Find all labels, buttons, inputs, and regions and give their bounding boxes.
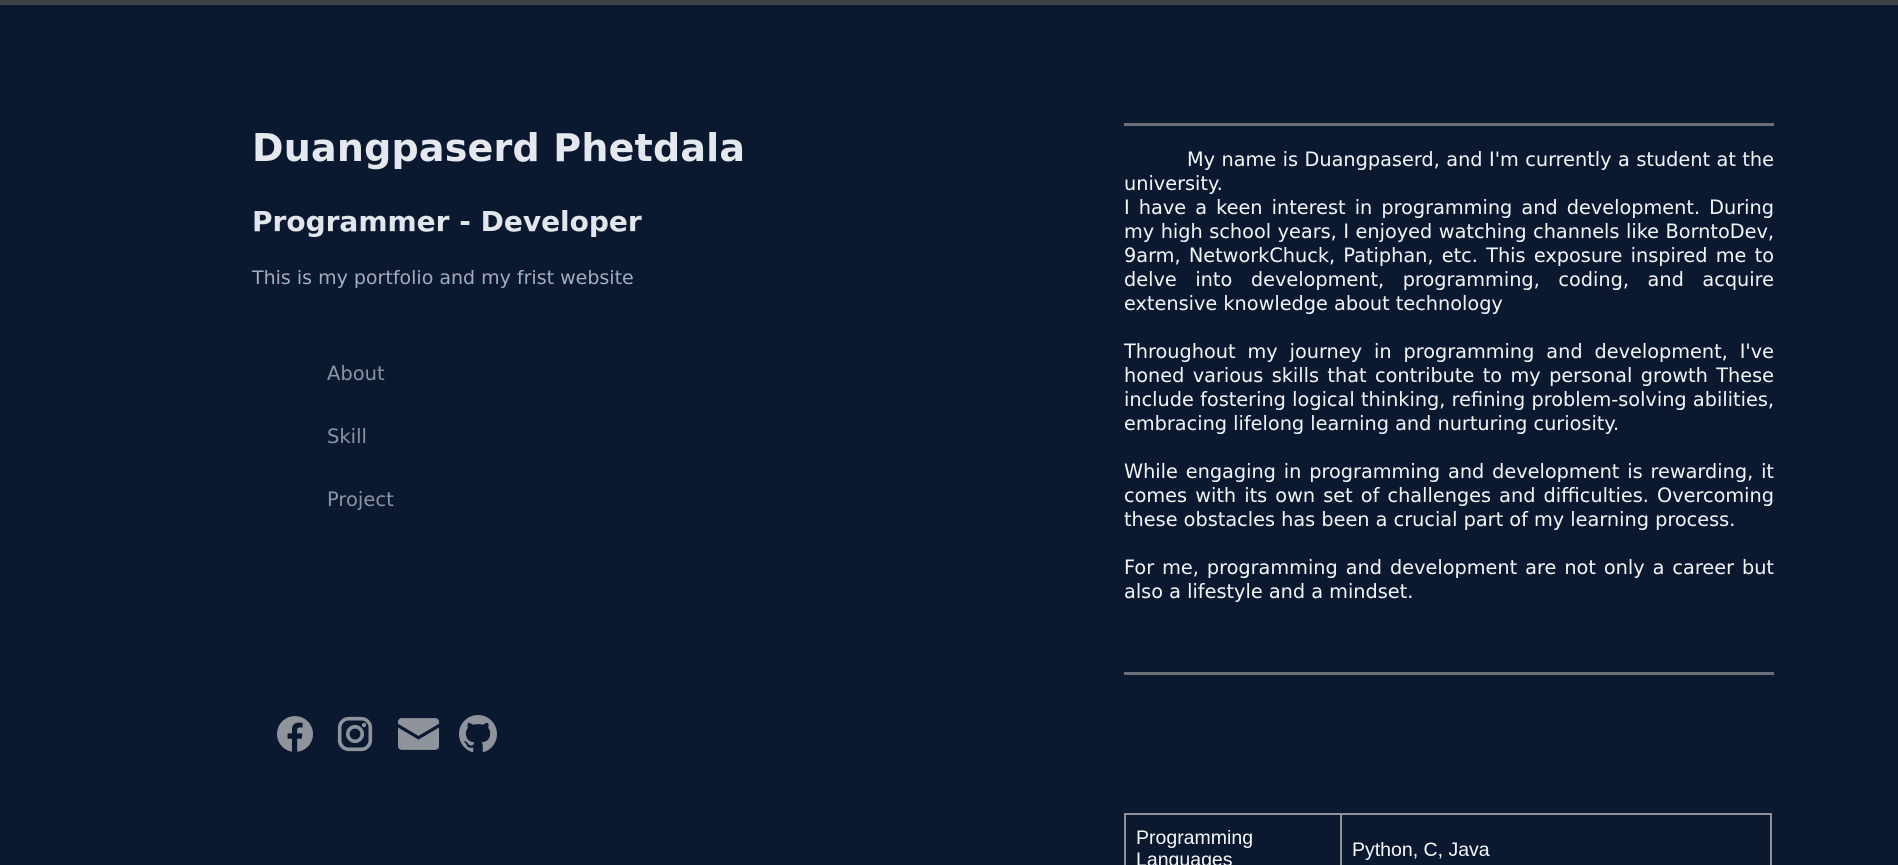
nav-item-skill[interactable]: Skill [327,425,394,488]
browser-top-strip [0,0,1898,5]
email-link[interactable] [398,712,459,756]
page-title: Duangpaserd Phetdala [252,126,746,170]
about-paragraph-text: My name is Duangpaserd, and I'm currentl… [1124,148,1774,195]
facebook-link[interactable] [276,712,337,756]
skills-table: Programming Languages Python, C, Java [1124,813,1772,865]
instagram-link[interactable] [337,712,398,756]
about-top-divider [1124,123,1774,126]
about-bottom-divider [1124,672,1774,675]
about-paragraph: My name is Duangpaserd, and I'm currentl… [1124,148,1774,316]
skill-value-cell: Python, C, Java [1340,813,1772,865]
about-section: My name is Duangpaserd, and I'm currentl… [1124,148,1774,604]
about-paragraph: Throughout my journey in programming and… [1124,340,1774,435]
table-row: Programming Languages Python, C, Java [1124,813,1772,865]
envelope-icon [398,718,439,750]
about-paragraph: For me, programming and development are … [1124,556,1774,603]
about-paragraph-text: I have a keen interest in programming an… [1124,196,1774,315]
github-link[interactable] [459,712,520,756]
facebook-icon [276,715,314,753]
skill-category-cell: Programming Languages [1124,813,1342,865]
nav-item-project[interactable]: Project [327,488,394,551]
instagram-icon [337,716,373,752]
section-nav: About Skill Project [327,362,394,551]
github-icon [459,715,497,753]
tagline: This is my portfolio and my frist websit… [252,267,634,289]
role-subtitle: Programmer - Developer [252,205,642,238]
nav-item-about[interactable]: About [327,362,394,425]
about-paragraph: While engaging in programming and develo… [1124,460,1774,531]
social-links [276,712,520,756]
